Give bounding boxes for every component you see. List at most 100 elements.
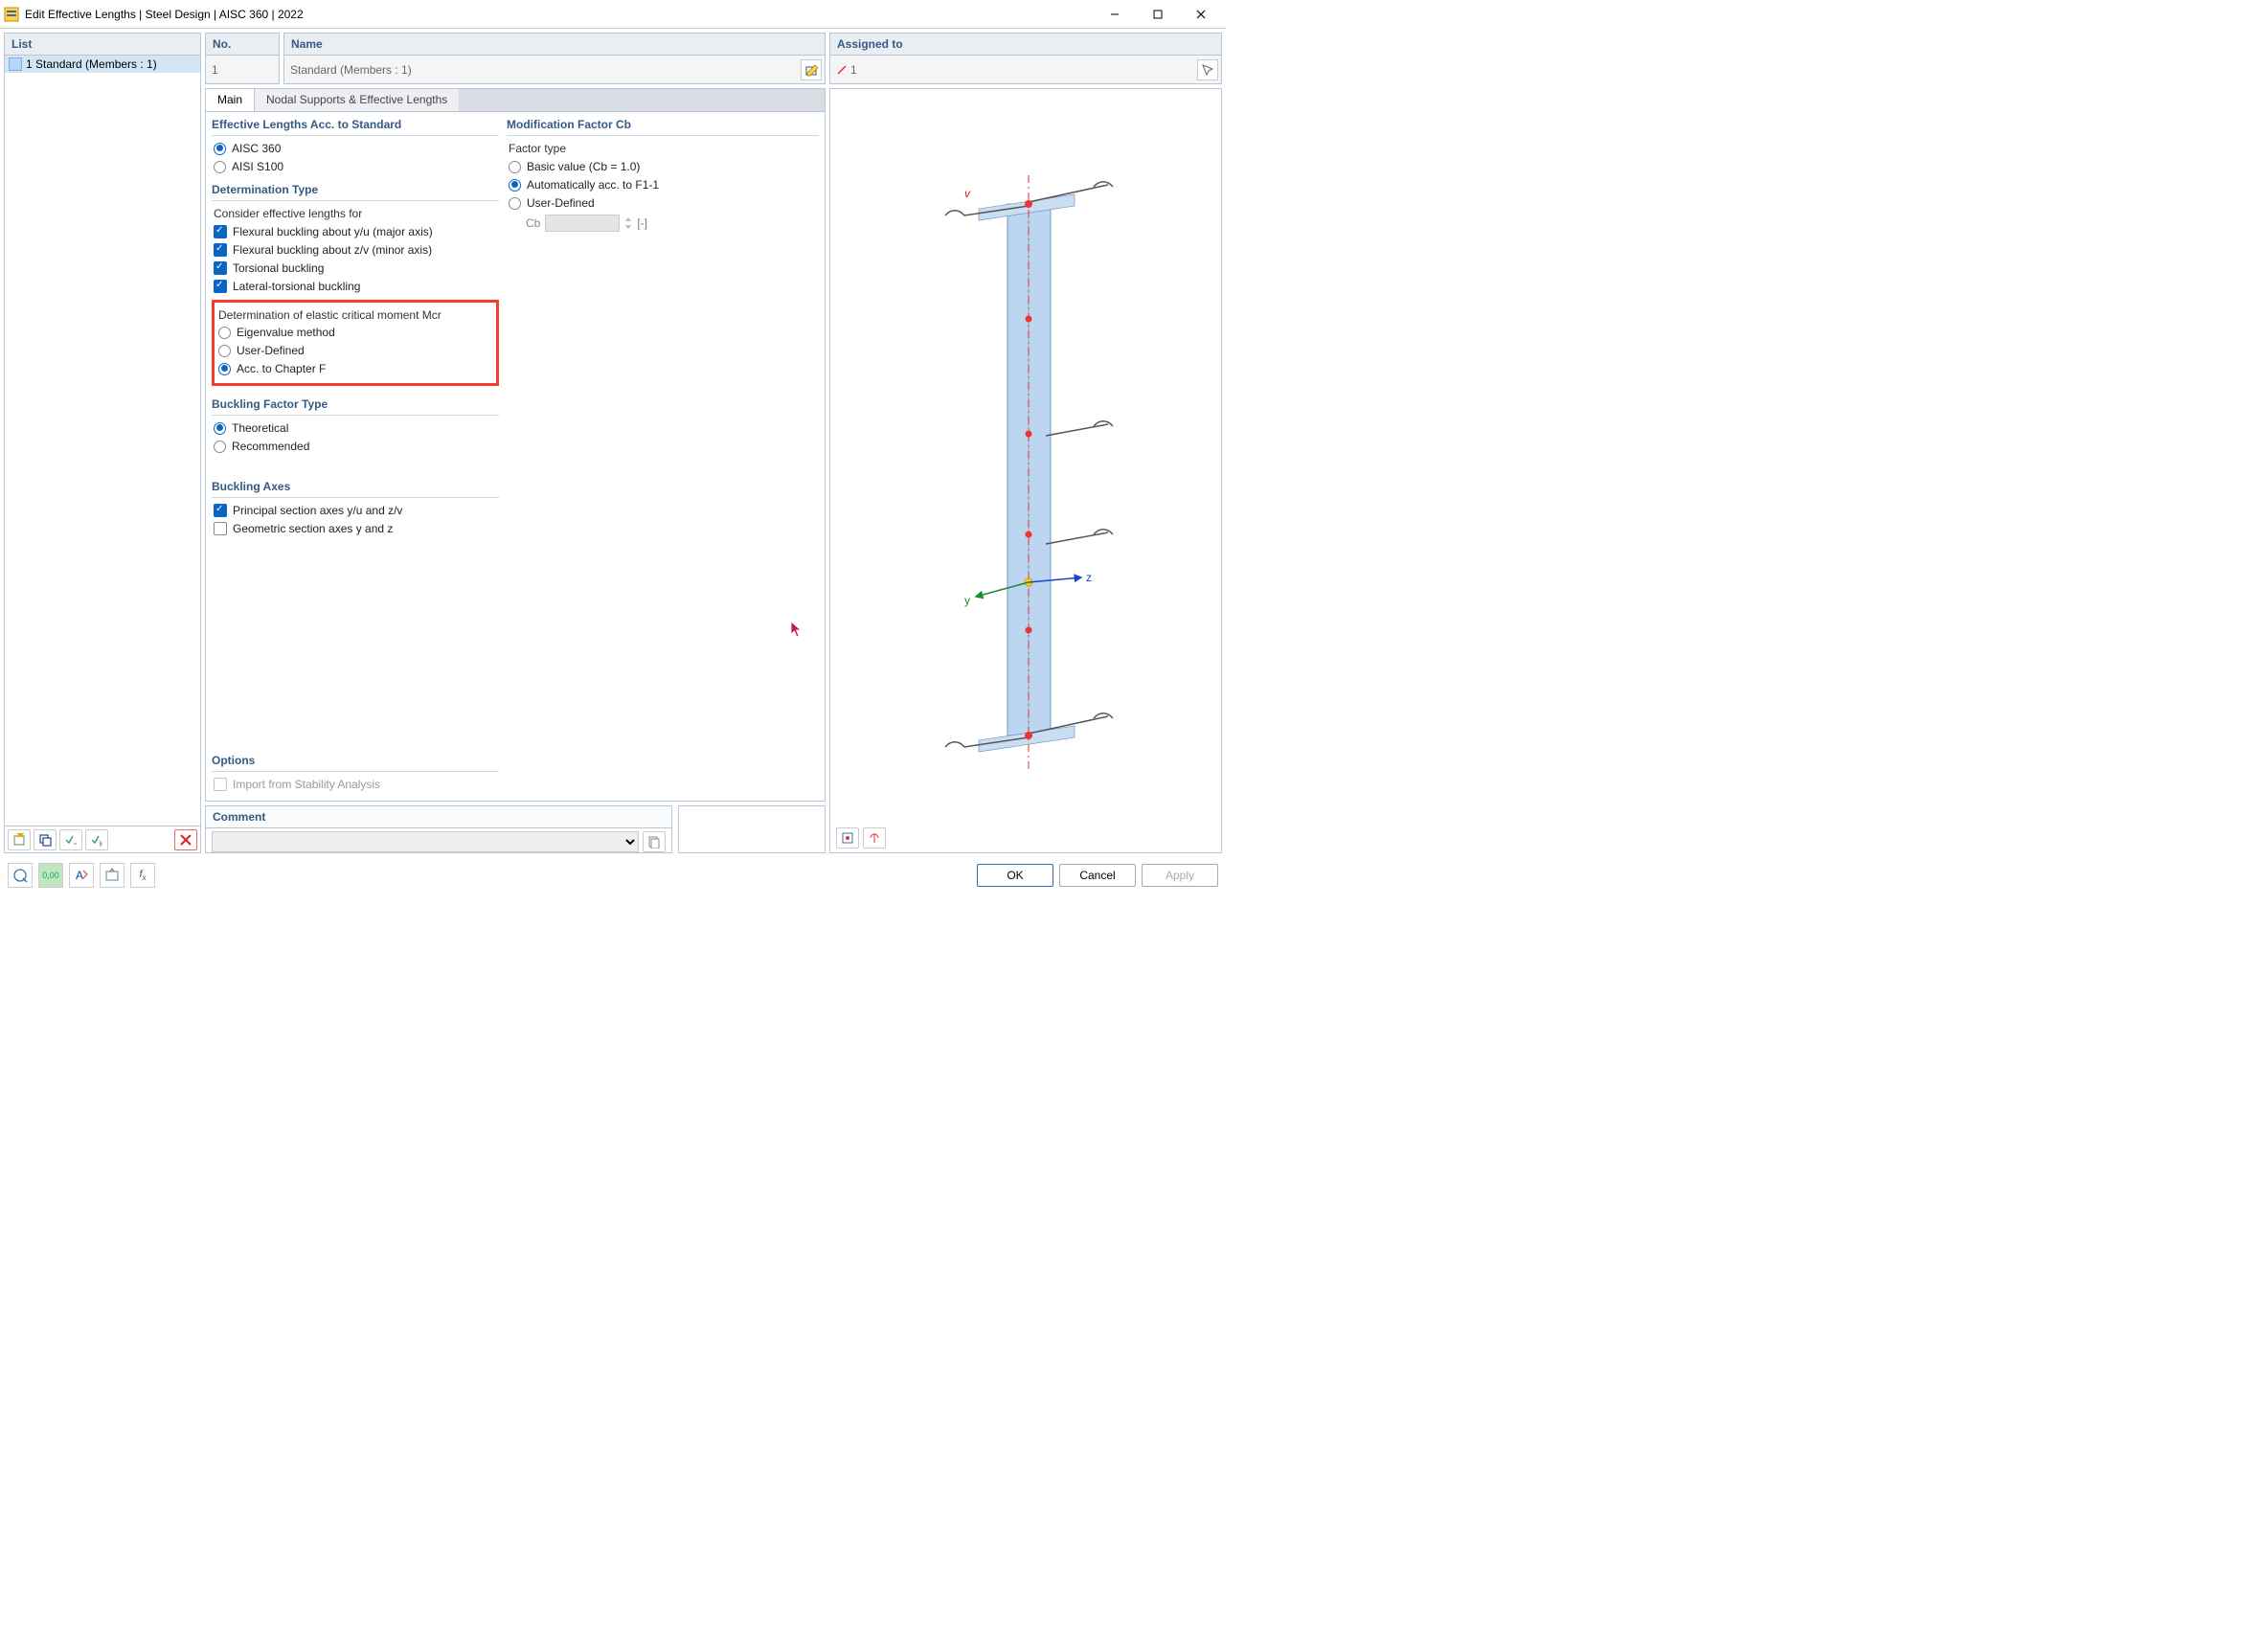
group-options: Options Import from Stability Analysis	[212, 754, 499, 795]
consider-subhead: Consider effective lengths for	[214, 207, 497, 220]
footer-tool-units[interactable]: 0,00	[38, 863, 63, 888]
svg-text:z: z	[1086, 571, 1092, 584]
footer-tool-help[interactable]	[8, 863, 33, 888]
tab-main[interactable]: Main	[206, 89, 255, 111]
footer-tool-fx[interactable]: fx	[130, 863, 155, 888]
list-body: 1 Standard (Members : 1)	[5, 56, 200, 826]
check-torsional[interactable]: Torsional buckling	[214, 261, 497, 275]
right-column-inner: Modification Factor Cb Factor type Basic…	[507, 118, 819, 795]
group-buckling-axes: Buckling Axes Principal section axes y/u…	[212, 480, 499, 539]
radio-cb-user[interactable]: User-Defined	[509, 196, 817, 210]
group-title-options: Options	[212, 754, 499, 772]
list-panel: List 1 Standard (Members : 1) ★	[4, 33, 201, 853]
tab-nodal[interactable]: Nodal Supports & Effective Lengths	[255, 89, 459, 111]
no-value[interactable]: 1	[206, 56, 279, 83]
work-area: List 1 Standard (Members : 1) ★ No. 1 Na…	[0, 29, 1226, 857]
no-header: No.	[206, 34, 279, 56]
check-principal-axes[interactable]: Principal section axes y/u and z/v	[214, 504, 497, 517]
radio-aisi-s100[interactable]: AISI S100	[214, 160, 497, 173]
radio-recommended[interactable]: Recommended	[214, 440, 497, 453]
cursor-icon	[790, 621, 804, 638]
group-title-effective-lengths: Effective Lengths Acc. to Standard	[212, 118, 499, 136]
cb-value-input	[545, 215, 620, 232]
comment-lib-button[interactable]	[643, 831, 666, 852]
svg-text:y: y	[964, 594, 970, 607]
list-toolbar: ★	[5, 826, 200, 852]
tab-strip: Main Nodal Supports & Effective Lengths	[205, 88, 826, 111]
ok-button[interactable]: OK	[977, 864, 1053, 887]
check-flexural-yu[interactable]: Flexural buckling about y/u (major axis)	[214, 225, 497, 238]
radio-theoretical[interactable]: Theoretical	[214, 421, 497, 435]
footer-tool-favorite[interactable]	[100, 863, 124, 888]
minimize-button[interactable]	[1093, 0, 1136, 29]
list-item-swatch-icon	[9, 57, 22, 71]
pick-assign-button[interactable]	[1197, 59, 1218, 80]
list-item[interactable]: 1 Standard (Members : 1)	[5, 56, 200, 73]
footer-tool-text[interactable]: A	[69, 863, 94, 888]
no-panel: No. 1	[205, 33, 280, 84]
maximize-button[interactable]	[1136, 0, 1179, 29]
right-column: No. 1 Name Standard (Members : 1) Assign…	[205, 33, 1222, 853]
list-item-label: 1 Standard (Members : 1)	[26, 57, 157, 71]
preview-tool-a[interactable]	[836, 827, 859, 849]
edit-name-button[interactable]	[801, 59, 822, 80]
comment-panel: Comment	[205, 805, 672, 853]
radio-cb-basic[interactable]: Basic value (Cb = 1.0)	[509, 160, 817, 173]
radio-aisc-360[interactable]: AISC 360	[214, 142, 497, 155]
assigned-value[interactable]: 1	[830, 56, 1221, 83]
mini-preview	[678, 805, 826, 853]
assigned-panel: Assigned to 1	[829, 33, 1222, 84]
group-title-buckling-factor: Buckling Factor Type	[212, 397, 499, 416]
list-header: List	[5, 34, 200, 56]
group-buckling-factor: Buckling Factor Type Theoretical Recomme…	[212, 397, 499, 457]
top-row: No. 1 Name Standard (Members : 1) Assign…	[205, 33, 1222, 84]
mcr-highlight: Determination of elastic critical moment…	[212, 300, 499, 386]
center-area: Main Nodal Supports & Effective Lengths …	[205, 88, 826, 853]
check-ltb[interactable]: Lateral-torsional buckling	[214, 280, 497, 293]
group-effective-lengths: Effective Lengths Acc. to Standard AISC …	[212, 118, 499, 177]
check-geometric-axes[interactable]: Geometric section axes y and z	[214, 522, 497, 535]
comment-header: Comment	[206, 806, 671, 828]
preview-tool-b[interactable]	[863, 827, 886, 849]
delete-button[interactable]	[174, 829, 197, 850]
check-b-button[interactable]	[85, 829, 108, 850]
radio-eigenvalue[interactable]: Eigenvalue method	[218, 326, 492, 339]
group-cb: Modification Factor Cb Factor type Basic…	[507, 118, 819, 236]
cb-subhead: Factor type	[509, 142, 817, 155]
mid-row: Main Nodal Supports & Effective Lengths …	[205, 88, 1222, 853]
radio-chapter-f[interactable]: Acc. to Chapter F	[218, 362, 492, 375]
left-column: Effective Lengths Acc. to Standard AISC …	[212, 118, 499, 795]
radio-cb-auto[interactable]: Automatically acc. to F1-1	[509, 178, 817, 192]
member-figure: z y v	[830, 89, 1223, 817]
title-bar: Edit Effective Lengths | Steel Design | …	[0, 0, 1226, 29]
assigned-header: Assigned to	[830, 34, 1221, 56]
preview-panel[interactable]: z y v	[829, 88, 1222, 853]
svg-text:★: ★	[15, 833, 26, 841]
apply-button: Apply	[1142, 864, 1218, 887]
new-item-button[interactable]: ★	[8, 829, 31, 850]
group-title-cb: Modification Factor Cb	[507, 118, 819, 136]
name-value[interactable]: Standard (Members : 1)	[284, 56, 825, 83]
app-icon	[4, 7, 19, 22]
cancel-button[interactable]: Cancel	[1059, 864, 1136, 887]
name-panel: Name Standard (Members : 1)	[283, 33, 826, 84]
copy-item-button[interactable]	[34, 829, 57, 850]
group-title-buckling-axes: Buckling Axes	[212, 480, 499, 498]
group-title-determination: Determination Type	[212, 183, 499, 201]
member-icon	[836, 64, 848, 76]
window-title: Edit Effective Lengths | Steel Design | …	[25, 8, 1093, 21]
check-a-button[interactable]	[59, 829, 82, 850]
tab-main-body: Effective Lengths Acc. to Standard AISC …	[205, 111, 826, 802]
check-import-stability: Import from Stability Analysis	[214, 778, 497, 791]
dialog-footer: 0,00 A fx OK Cancel Apply	[0, 857, 1226, 894]
check-flexural-zv[interactable]: Flexural buckling about z/v (minor axis)	[214, 243, 497, 257]
name-header: Name	[284, 34, 825, 56]
svg-text:v: v	[964, 187, 971, 200]
close-button[interactable]	[1179, 0, 1222, 29]
mcr-subhead: Determination of elastic critical moment…	[218, 308, 492, 322]
comment-select[interactable]	[212, 831, 639, 852]
spinner-icon	[624, 215, 632, 232]
radio-user-mcr[interactable]: User-Defined	[218, 344, 492, 357]
svg-text:A: A	[76, 869, 83, 882]
group-determination-type: Determination Type Consider effective le…	[212, 183, 499, 392]
